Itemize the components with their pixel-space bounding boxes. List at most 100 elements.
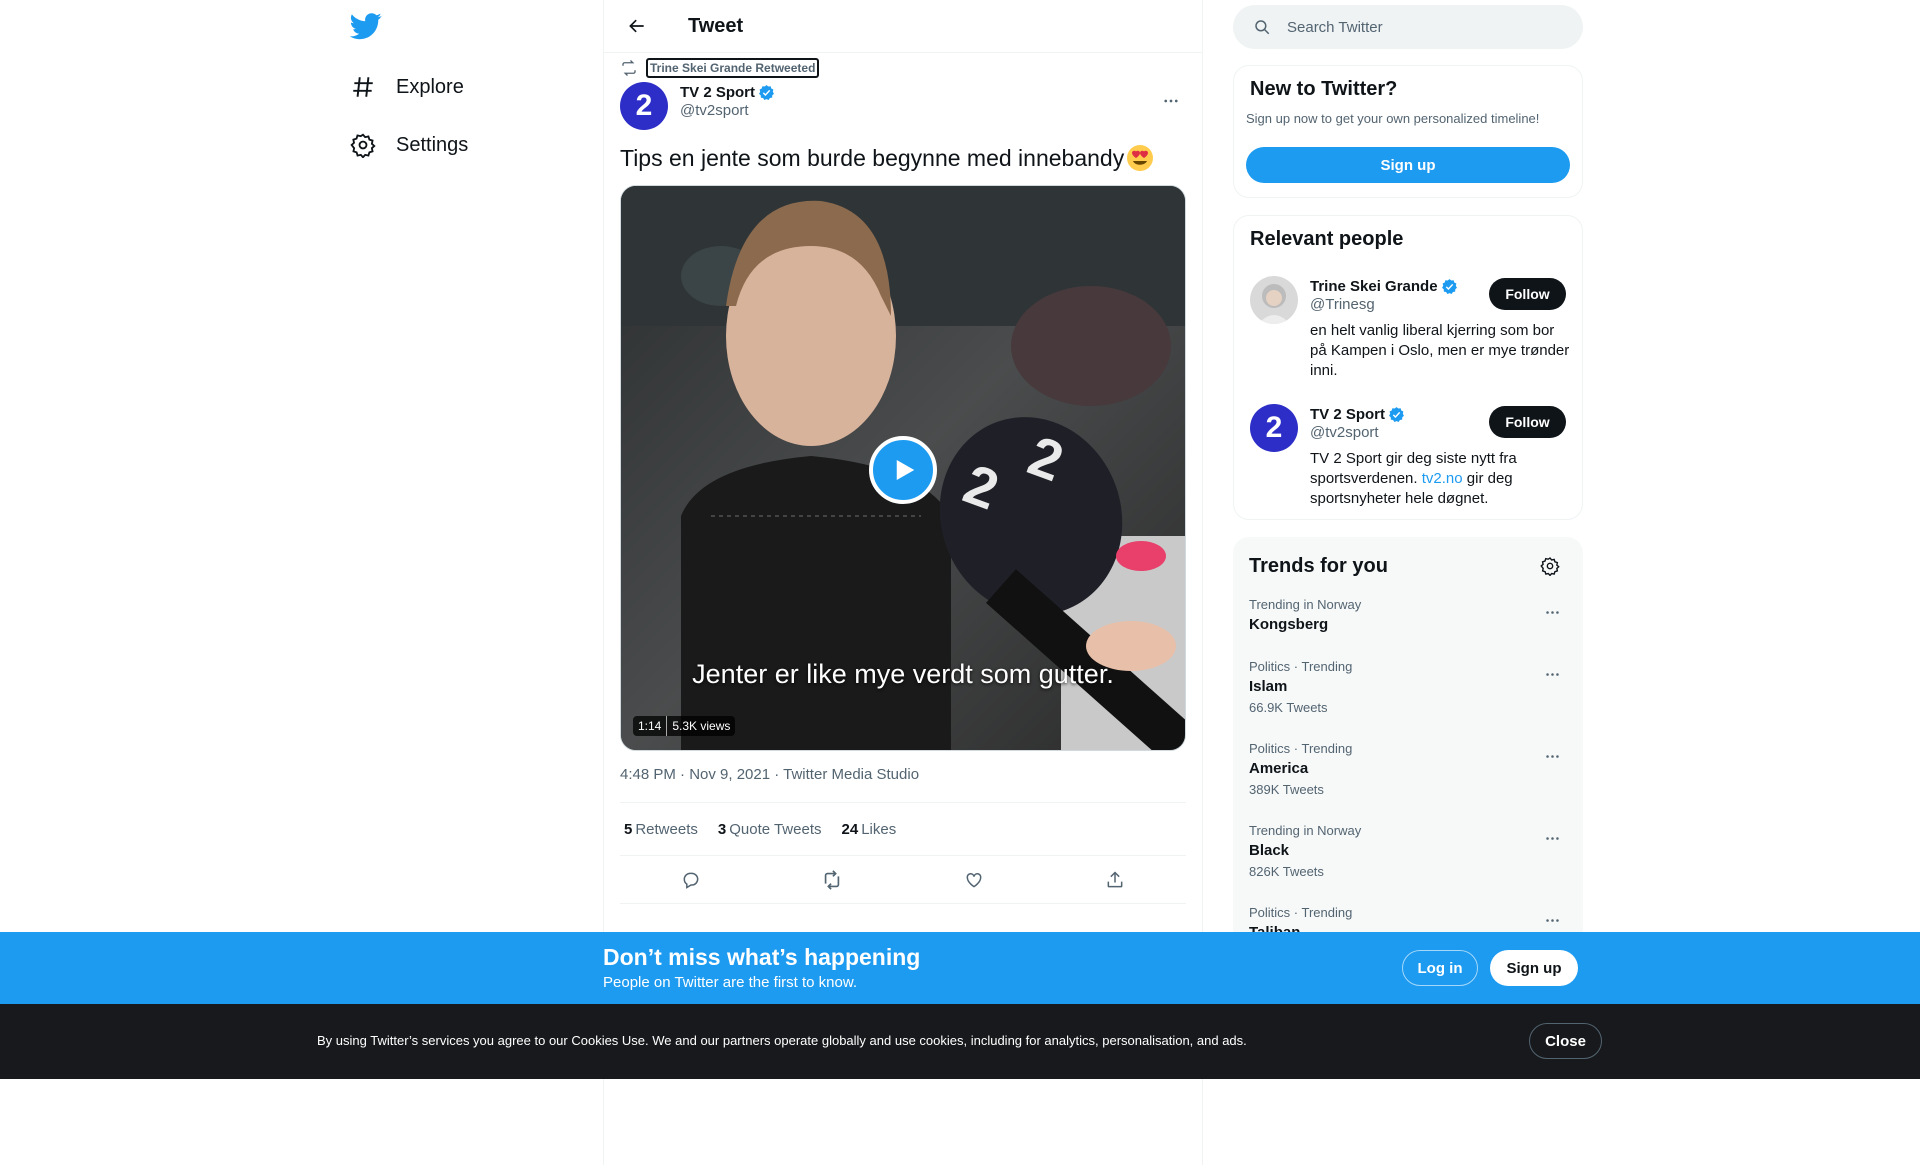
likes-stat[interactable]: 24 Likes [842,821,897,838]
quote-tweets-stat[interactable]: 3 Quote Tweets [718,821,822,838]
signup-banner: Don’t miss what’s happening People on Tw… [0,932,1920,1004]
twitter-logo-icon[interactable] [349,10,382,42]
like-button[interactable] [957,863,991,897]
trend-more-button[interactable] [1537,905,1567,935]
new-to-twitter-title: New to Twitter? [1250,78,1398,100]
person-bio: TV 2 Sport gir deg siste nytt fra sports… [1310,449,1572,509]
login-button[interactable]: Log in [1402,950,1478,986]
verified-badge-icon [1389,407,1404,422]
tweet-text: Tips en jente som burde begynne med inne… [620,144,1154,172]
play-button[interactable] [869,436,937,504]
quotes-count: 3 [717,820,727,838]
back-button[interactable] [620,9,654,43]
trend-more-button[interactable] [1537,659,1567,689]
trend-name: Islam [1249,678,1288,695]
trend-more-button[interactable] [1537,823,1567,853]
banner-title: Don’t miss what’s happening [603,944,921,970]
author-name: TV 2 Sport [680,84,756,101]
more-horizontal-icon [1545,918,1559,922]
trend-count: 66.9K Tweets [1249,700,1328,715]
trend-name: Black [1249,842,1290,859]
tweet-actions [620,856,1186,904]
nav-explore[interactable]: Explore [350,67,464,107]
author-meta: TV 2 Sport @tv2sport [680,82,1156,119]
more-horizontal-icon [1545,836,1559,840]
search-input[interactable] [1287,18,1547,36]
person-name: TV 2 Sport [1310,406,1386,423]
nav-settings[interactable]: Settings [350,125,468,165]
more-horizontal-icon [1545,672,1559,676]
retweeted-by-link[interactable]: Trine Skei Grande Retweeted [646,58,820,78]
tweet-timestamp[interactable]: 4:48 PM · Nov 9, 2021 · Twitter Media St… [620,766,919,783]
signup-button[interactable]: Sign up [1490,950,1578,986]
verified-badge-icon [759,85,774,100]
heart-icon [966,872,982,888]
trend-meta: Trending in Norway [1249,823,1362,838]
avatar[interactable] [1250,276,1298,324]
trend-name: America [1249,760,1309,777]
video-views: 5.3K views [666,716,735,736]
trends-header: Trends for you [1233,537,1583,583]
heart-eyes-emoji-icon [1127,145,1154,171]
trends-title: Trends for you [1249,554,1388,577]
follow-button[interactable]: Follow [1489,406,1566,438]
trend-meta: Politics · Trending [1249,741,1353,756]
gear-icon [1540,557,1560,576]
more-horizontal-icon [1545,754,1559,758]
retweets-stat[interactable]: 5 Retweets [624,821,698,838]
trend-meta: Trending in Norway [1249,597,1362,612]
retweet-icon [825,869,840,890]
quotes-label: Quote Tweets [729,820,822,838]
trend-item[interactable]: Trending in Norway Black 826K Tweets [1249,823,1567,879]
more-horizontal-icon [1545,610,1559,614]
likes-label: Likes [861,820,897,838]
more-horizontal-icon [1164,99,1178,103]
tweet-header: Tweet [604,0,1202,53]
hashtag-icon [350,74,376,100]
reply-icon [683,872,699,889]
trend-more-button[interactable] [1537,741,1567,771]
arrow-left-icon [629,19,644,33]
trend-item[interactable]: Politics · Trending America 389K Tweets [1249,741,1567,797]
avatar[interactable]: 2 [1250,404,1298,452]
nav-explore-label: Explore [396,75,464,98]
bio-link[interactable]: tv2.no [1422,470,1463,487]
video-caption: Jenter er like mye verdt som gutter. [692,659,1114,689]
avatar-text: 2 [1265,411,1283,444]
sidebar-signup-button[interactable]: Sign up [1246,147,1570,183]
author-handle[interactable]: @tv2sport [680,102,1156,119]
trends-card: Trends for you Trending in Norway Kongsb… [1233,537,1583,997]
nav-settings-label: Settings [396,133,469,156]
new-to-twitter-card: New to Twitter? Sign up now to get your … [1233,65,1583,198]
search-bar[interactable] [1233,5,1583,49]
trend-meta: Politics · Trending [1249,659,1353,674]
trend-meta: Politics · Trending [1249,905,1353,920]
person-name: Trine Skei Grande [1310,278,1438,295]
page-title: Tweet [688,14,744,37]
play-icon [896,460,915,480]
person-item[interactable]: 2 TV 2 Sport @tv2sport TV 2 Sport gir de… [1250,404,1566,509]
retweet-button[interactable] [815,863,849,897]
cookie-bar: By using Twitter’s services you agree to… [0,1004,1920,1079]
tweet-author: 2 TV 2 Sport @tv2sport [620,82,1186,130]
search-icon [1255,20,1270,35]
reply-button[interactable] [674,863,708,897]
avatar[interactable]: 2 [620,82,668,130]
trend-more-button[interactable] [1537,597,1567,627]
trends-settings-button[interactable] [1533,549,1567,583]
share-button[interactable] [1098,863,1132,897]
retweets-label: Retweets [635,820,698,838]
person-item[interactable]: Trine Skei Grande @Trinesg en helt vanli… [1250,276,1569,381]
person-photo-avatar [1250,276,1298,324]
trend-name: Kongsberg [1249,616,1329,633]
author-name-row[interactable]: TV 2 Sport [680,84,1156,101]
trend-item[interactable]: Politics · Trending Islam 66.9K Tweets [1249,659,1567,715]
follow-button[interactable]: Follow [1489,278,1566,310]
cookie-close-button[interactable]: Close [1529,1023,1602,1059]
verified-badge-icon [1441,279,1457,294]
tweet-more-button[interactable] [1156,86,1186,116]
video-player[interactable]: 2 2 Jenter er like mye verdt som gutter.… [620,185,1186,751]
relevant-people-title: Relevant people [1250,228,1404,250]
retweet-context: Trine Skei Grande Retweeted [620,58,820,78]
trend-item[interactable]: Trending in Norway Kongsberg [1249,597,1567,633]
